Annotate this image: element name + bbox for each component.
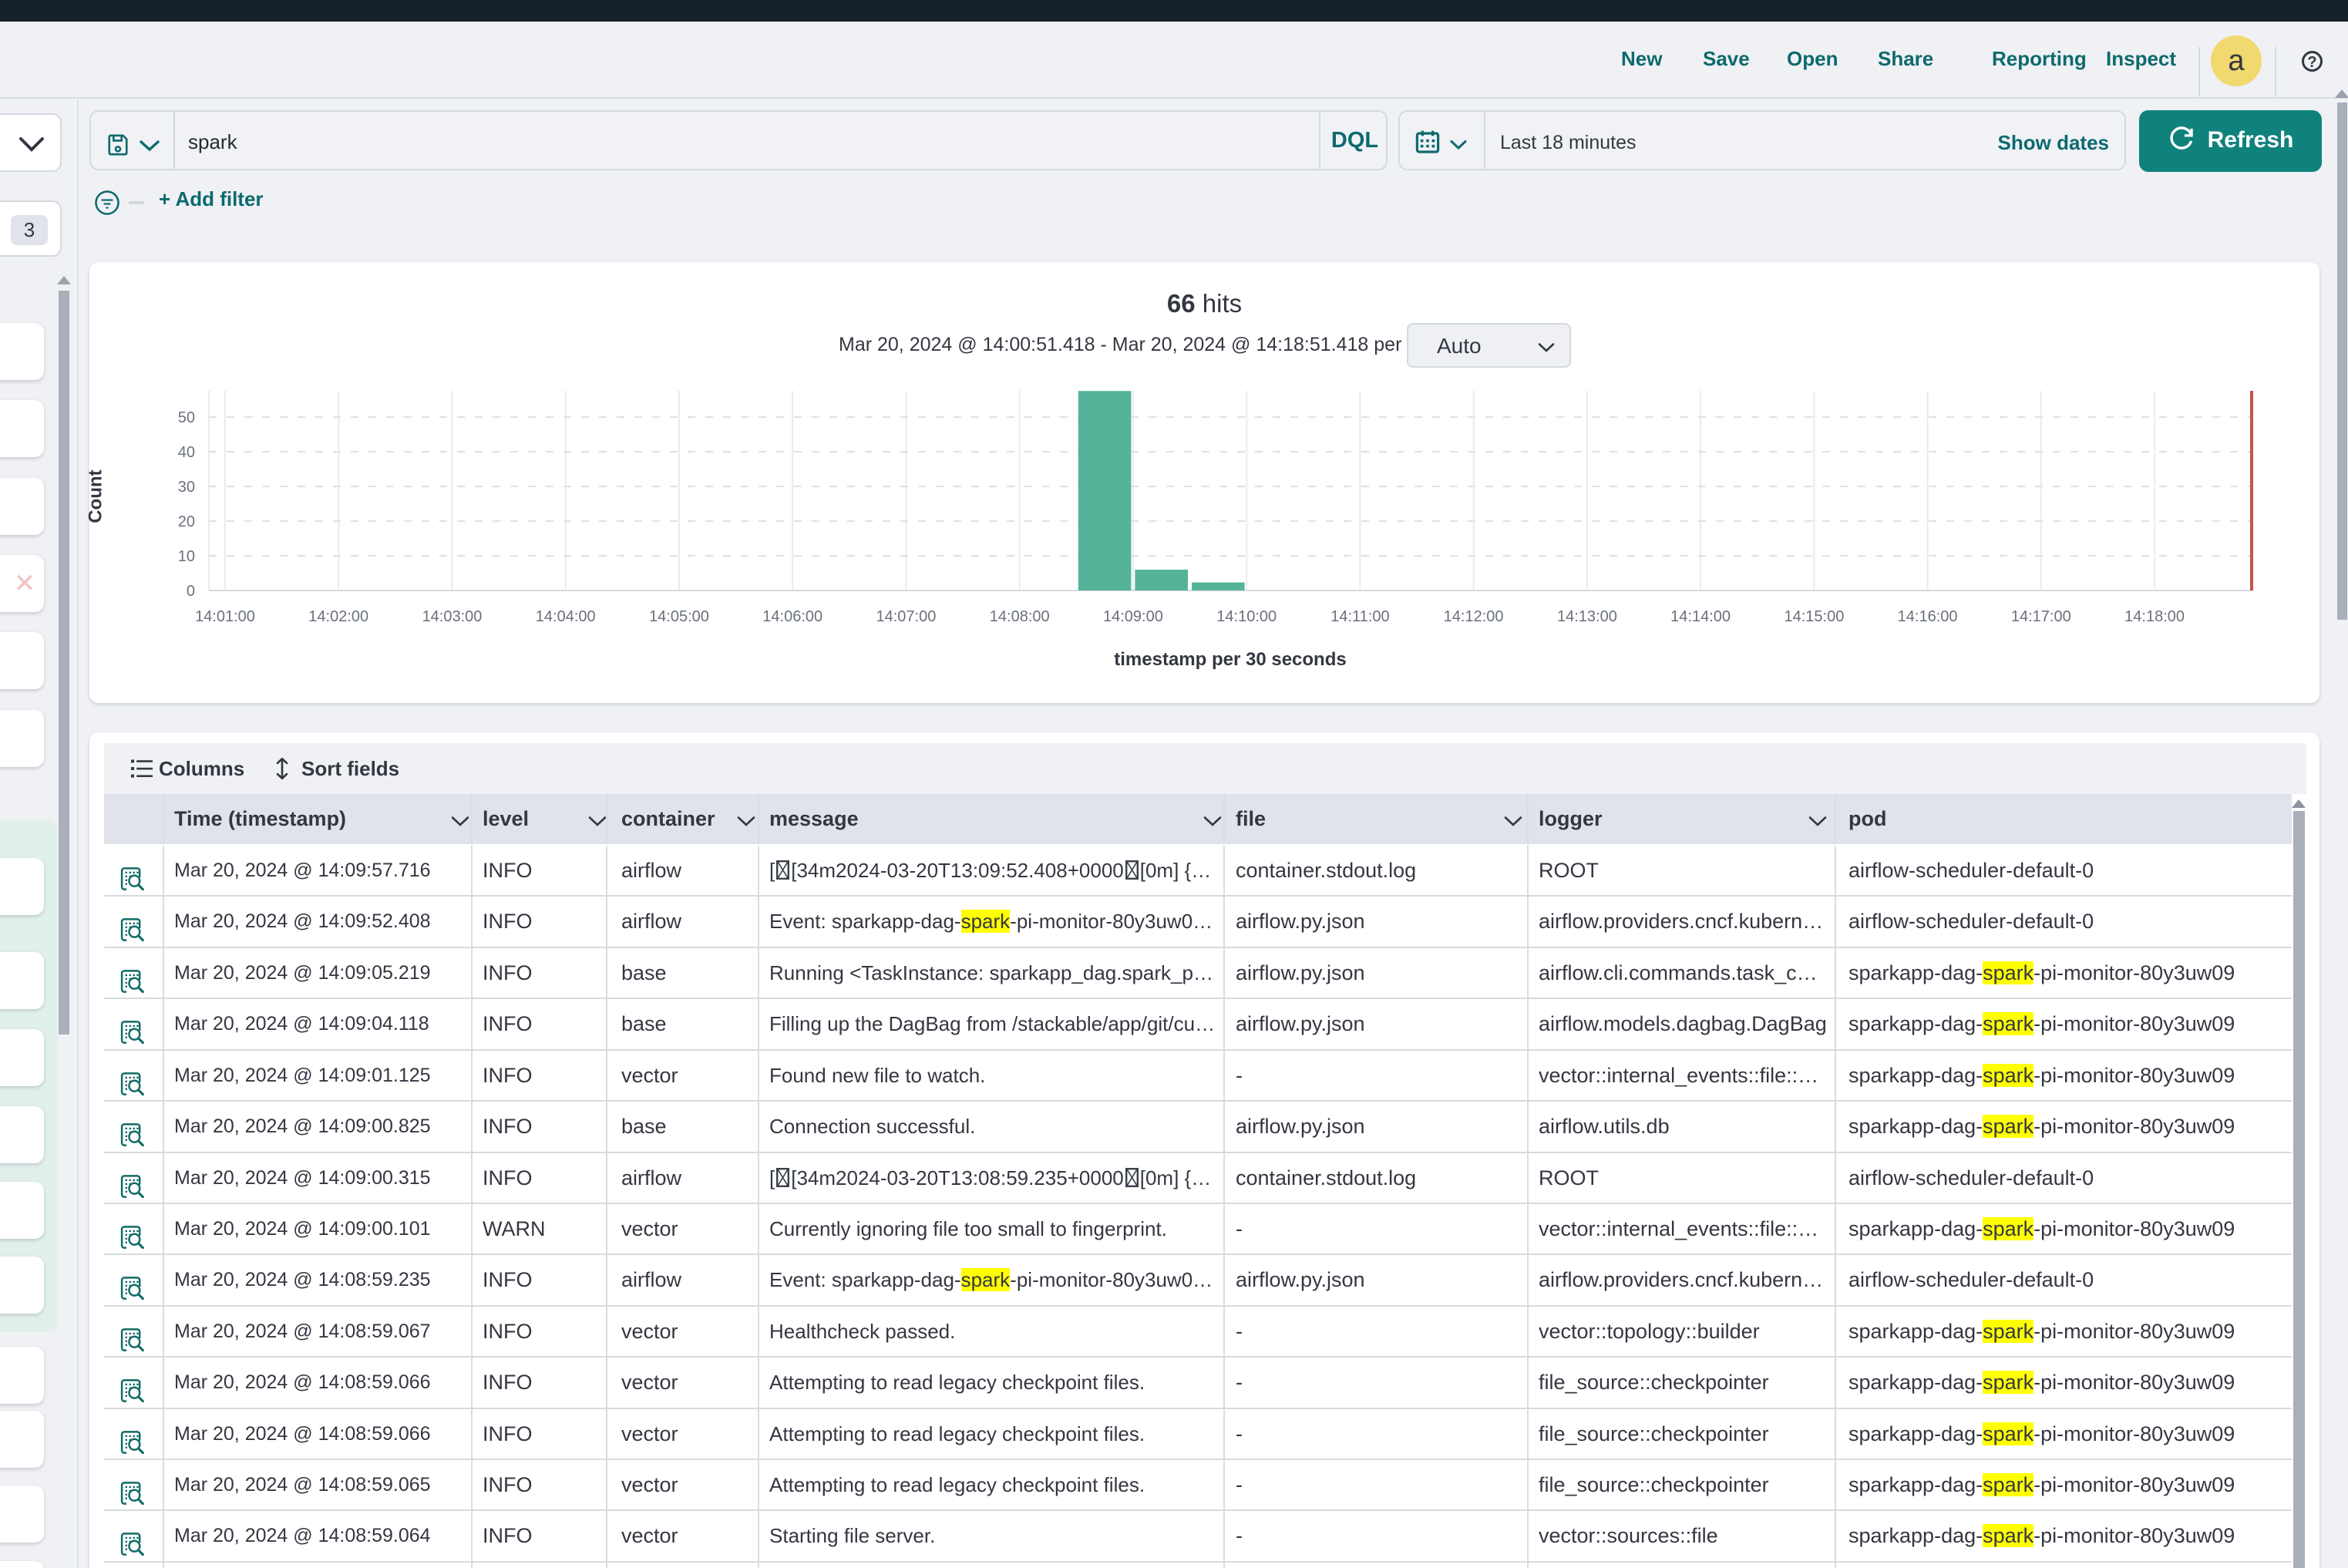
- svg-text:14:15:00: 14:15:00: [1784, 608, 1844, 625]
- svg-text:14:12:00: 14:12:00: [1444, 608, 1504, 625]
- svg-text:14:14:00: 14:14:00: [1670, 608, 1731, 625]
- svg-text:14:01:00: 14:01:00: [195, 608, 255, 625]
- svg-text:14:10:00: 14:10:00: [1216, 608, 1277, 625]
- svg-text:14:17:00: 14:17:00: [2011, 608, 2071, 625]
- svg-text:40: 40: [178, 444, 195, 461]
- svg-text:14:07:00: 14:07:00: [876, 608, 936, 625]
- svg-text:14:05:00: 14:05:00: [649, 608, 709, 625]
- svg-text:14:11:00: 14:11:00: [1330, 608, 1389, 625]
- svg-text:14:02:00: 14:02:00: [308, 608, 368, 625]
- svg-text:30: 30: [178, 479, 195, 496]
- svg-text:20: 20: [178, 513, 195, 530]
- svg-text:14:06:00: 14:06:00: [762, 608, 822, 625]
- svg-text:14:03:00: 14:03:00: [422, 608, 483, 625]
- svg-text:14:18:00: 14:18:00: [2124, 608, 2185, 625]
- svg-text:14:08:00: 14:08:00: [990, 608, 1050, 625]
- svg-text:10: 10: [178, 548, 195, 565]
- svg-text:14:04:00: 14:04:00: [536, 608, 596, 625]
- svg-text:50: 50: [178, 409, 195, 426]
- svg-text:14:13:00: 14:13:00: [1557, 608, 1617, 625]
- svg-text:0: 0: [187, 583, 195, 600]
- svg-text:14:16:00: 14:16:00: [1898, 608, 1958, 625]
- svg-text:14:09:00: 14:09:00: [1103, 608, 1163, 625]
